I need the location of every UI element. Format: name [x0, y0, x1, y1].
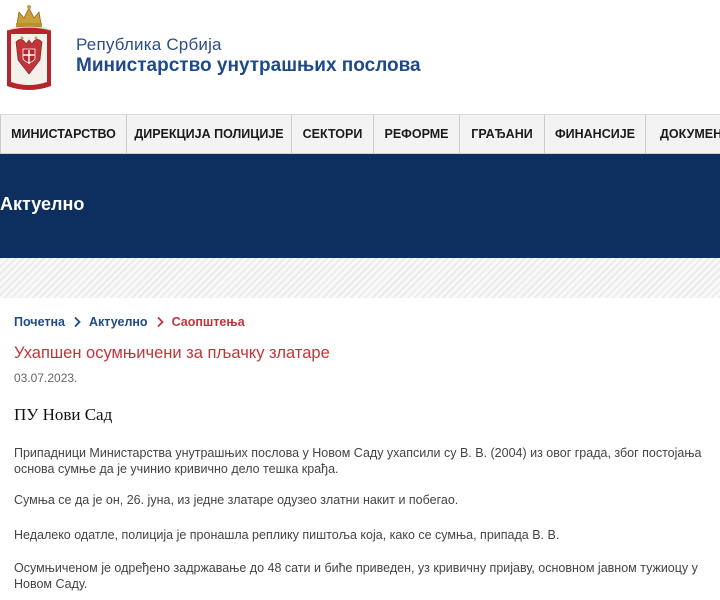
- main-navigation: МИНИСТАРСТВО ДИРЕКЦИЈА ПОЛИЦИЈЕ СЕКТОРИ …: [0, 114, 720, 154]
- article-paragraph: Недалеко одатле, полиција је пронашла ре…: [14, 528, 560, 542]
- nav-item-police-directorate[interactable]: ДИРЕКЦИЈА ПОЛИЦИЈЕ: [127, 115, 292, 153]
- site-title-ministry[interactable]: Министарство унутрашњих послова: [76, 55, 421, 77]
- breadcrumb: Почетна Актуелно Саопштења: [14, 315, 245, 329]
- breadcrumb-news[interactable]: Актуелно: [89, 315, 148, 329]
- chevron-right-icon: [74, 316, 81, 328]
- article-paragraph: Припадници Министарства унутрашњих посло…: [14, 446, 702, 476]
- breadcrumb-current-announcements[interactable]: Саопштења: [172, 315, 245, 329]
- nav-item-finances[interactable]: ФИНАНСИЈЕ: [545, 115, 646, 153]
- nav-item-sectors[interactable]: СЕКТОРИ: [292, 115, 374, 153]
- article-title: Ухапшен осумњичени за пљачку златаре: [14, 344, 330, 362]
- decorative-stripes: [0, 258, 720, 298]
- site-header: Република Србија Министарство унутрашњих…: [0, 0, 720, 114]
- article-date: 03.07.2023.: [14, 371, 78, 385]
- nav-item-reforms[interactable]: РЕФОРМЕ: [374, 115, 460, 153]
- article-station: ПУ Нови Сад: [14, 405, 113, 424]
- nav-item-documents[interactable]: ДОКУМЕНТ: [646, 115, 720, 153]
- article-paragraph: Осумњиченом је одређено задржавање до 48…: [14, 561, 698, 591]
- article-paragraph: Сумња се да је он, 26. јуна, из једне зл…: [14, 493, 459, 507]
- serbian-coat-of-arms-logo[interactable]: [4, 2, 54, 92]
- site-title-country[interactable]: Република Србија: [76, 35, 222, 55]
- breadcrumb-home[interactable]: Почетна: [14, 315, 65, 329]
- nav-item-citizens[interactable]: ГРАЂАНИ: [460, 115, 545, 153]
- article-content: Почетна Актуелно Саопштења Ухапшен осумњ…: [0, 298, 720, 600]
- section-title: Актуелно: [0, 194, 85, 214]
- chevron-right-icon: [156, 316, 164, 328]
- section-banner: Актуелно: [0, 154, 720, 258]
- nav-item-ministry[interactable]: МИНИСТАРСТВО: [0, 115, 127, 153]
